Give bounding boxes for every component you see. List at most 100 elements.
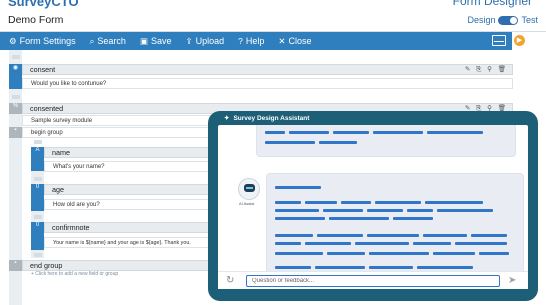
text-line — [433, 252, 475, 255]
help-button[interactable]: ? Help — [238, 36, 264, 46]
text-line — [423, 234, 467, 237]
group-begin-label[interactable]: begin group — [22, 127, 212, 138]
text-line — [393, 217, 433, 220]
question-icon: ? — [238, 36, 243, 46]
insert-handle[interactable] — [34, 140, 42, 144]
bot-name: AI Assist — [239, 201, 255, 206]
question-type-badge: A — [31, 147, 44, 171]
text-line — [319, 141, 357, 144]
mode-switch[interactable]: Design Test — [467, 15, 538, 25]
text-line — [275, 217, 325, 220]
text-line — [329, 217, 389, 220]
chat-input-row: ↻ ➤ — [218, 271, 528, 289]
text-line — [275, 242, 301, 245]
question-actions[interactable]: ✎ ⎘ ⚲ 🗑 — [465, 65, 508, 75]
form-settings-label: Form Settings — [19, 36, 76, 46]
text-line — [317, 234, 363, 237]
text-line — [367, 209, 403, 212]
text-line — [275, 209, 319, 212]
save-label: Save — [150, 36, 172, 46]
refresh-icon[interactable]: ↻ — [226, 276, 234, 286]
question-name: consent — [30, 65, 56, 74]
app-name: Form Designer — [452, 0, 532, 8]
panel-icon[interactable] — [492, 35, 506, 46]
text-line — [289, 131, 329, 134]
form-designer-screen: SurveyCTO Form Designer Demo Form Design… — [0, 0, 546, 305]
assistant-title: ✦ Survey Design Assistant — [224, 115, 310, 122]
form-settings-button[interactable]: ⚙ Form Settings — [9, 36, 76, 47]
question-label[interactable]: Sample survey module — [22, 115, 212, 126]
text-line — [305, 201, 337, 204]
text-line — [305, 242, 351, 245]
question-label[interactable]: How old are you? — [44, 199, 212, 210]
question-header-name[interactable]: name — [44, 147, 212, 158]
send-icon[interactable]: ➤ — [508, 275, 516, 287]
question-type-badge: 0 — [31, 222, 44, 250]
text-line — [275, 252, 323, 255]
play-icon: ▶ — [516, 37, 523, 44]
search-icon: ⌕ — [89, 35, 95, 46]
text-line — [417, 266, 473, 269]
question-header-age[interactable]: age — [44, 184, 212, 195]
title-bar: Demo Form Design Test — [0, 10, 546, 32]
text-line — [367, 234, 419, 237]
assistant-launch-button[interactable]: ▶ — [514, 35, 525, 46]
text-line — [455, 242, 507, 245]
floppy-icon: ▣ — [139, 35, 148, 46]
text-line — [471, 234, 507, 237]
text-line — [265, 141, 315, 144]
text-line — [275, 186, 321, 189]
text-line — [425, 201, 483, 204]
chat-message-assistant — [266, 173, 524, 285]
text-line — [327, 252, 365, 255]
chat-input[interactable] — [246, 275, 500, 287]
text-line — [437, 209, 493, 212]
form-title: Demo Form — [8, 14, 64, 26]
text-line — [479, 252, 509, 255]
insert-handle[interactable] — [12, 55, 20, 59]
brand-logo[interactable]: SurveyCTO — [8, 0, 79, 9]
brand-bar: SurveyCTO Form Designer — [0, 0, 546, 10]
text-line — [413, 242, 451, 245]
text-line — [275, 201, 301, 204]
insert-handle[interactable] — [34, 177, 42, 181]
text-line — [373, 131, 423, 134]
question-label[interactable]: Would you like to contunue? — [22, 78, 513, 89]
close-label: Close — [288, 36, 312, 46]
question-header-consent[interactable]: consent ✎ ⎘ ⚲ 🗑 — [22, 64, 513, 75]
mode-design-label[interactable]: Design — [467, 15, 495, 25]
help-label: Help — [245, 36, 265, 46]
main-toolbar: ⚙ Form Settings ⌕ Search ▣ Save ⇪ Upload… — [0, 32, 512, 50]
upload-button[interactable]: ⇪ Upload — [186, 36, 225, 47]
group-badge: ▪ — [9, 260, 22, 271]
bot-avatar — [238, 178, 260, 200]
close-button[interactable]: ✕ Close — [278, 36, 311, 47]
question-label[interactable]: What's your name? — [44, 161, 212, 172]
close-icon: ✕ — [278, 35, 286, 46]
text-line — [427, 131, 483, 134]
search-label: Search — [97, 36, 126, 46]
gear-icon: ⚙ — [9, 35, 17, 46]
text-line — [341, 201, 371, 204]
text-line — [333, 131, 369, 134]
chat-history[interactable]: AI Assist — [218, 125, 528, 285]
question-type-badge: 0 — [31, 184, 44, 211]
mode-toggle[interactable] — [498, 15, 519, 25]
insert-handle[interactable] — [34, 253, 42, 257]
group-badge: ▪ — [9, 127, 22, 138]
text-line — [265, 131, 285, 134]
save-button[interactable]: ▣ Save — [140, 36, 172, 47]
group-end-label: end group — [30, 261, 63, 270]
upload-label: Upload — [195, 36, 225, 46]
question-header-confirmnote[interactable]: confirmnote — [44, 222, 212, 233]
add-field-link[interactable]: + Click here to add a new field or group — [31, 271, 118, 277]
question-name: confirmnote — [52, 223, 90, 232]
mode-test-label[interactable]: Test — [521, 15, 538, 25]
insert-handle[interactable] — [34, 215, 42, 219]
group-end-row[interactable]: end group — [22, 260, 212, 271]
question-label[interactable]: Your name is ${name} and your age is ${a… — [44, 237, 212, 248]
text-line — [369, 266, 413, 269]
search-button[interactable]: ⌕ Search — [90, 36, 126, 47]
insert-handle[interactable] — [12, 95, 20, 99]
chat-message-user — [256, 125, 516, 157]
